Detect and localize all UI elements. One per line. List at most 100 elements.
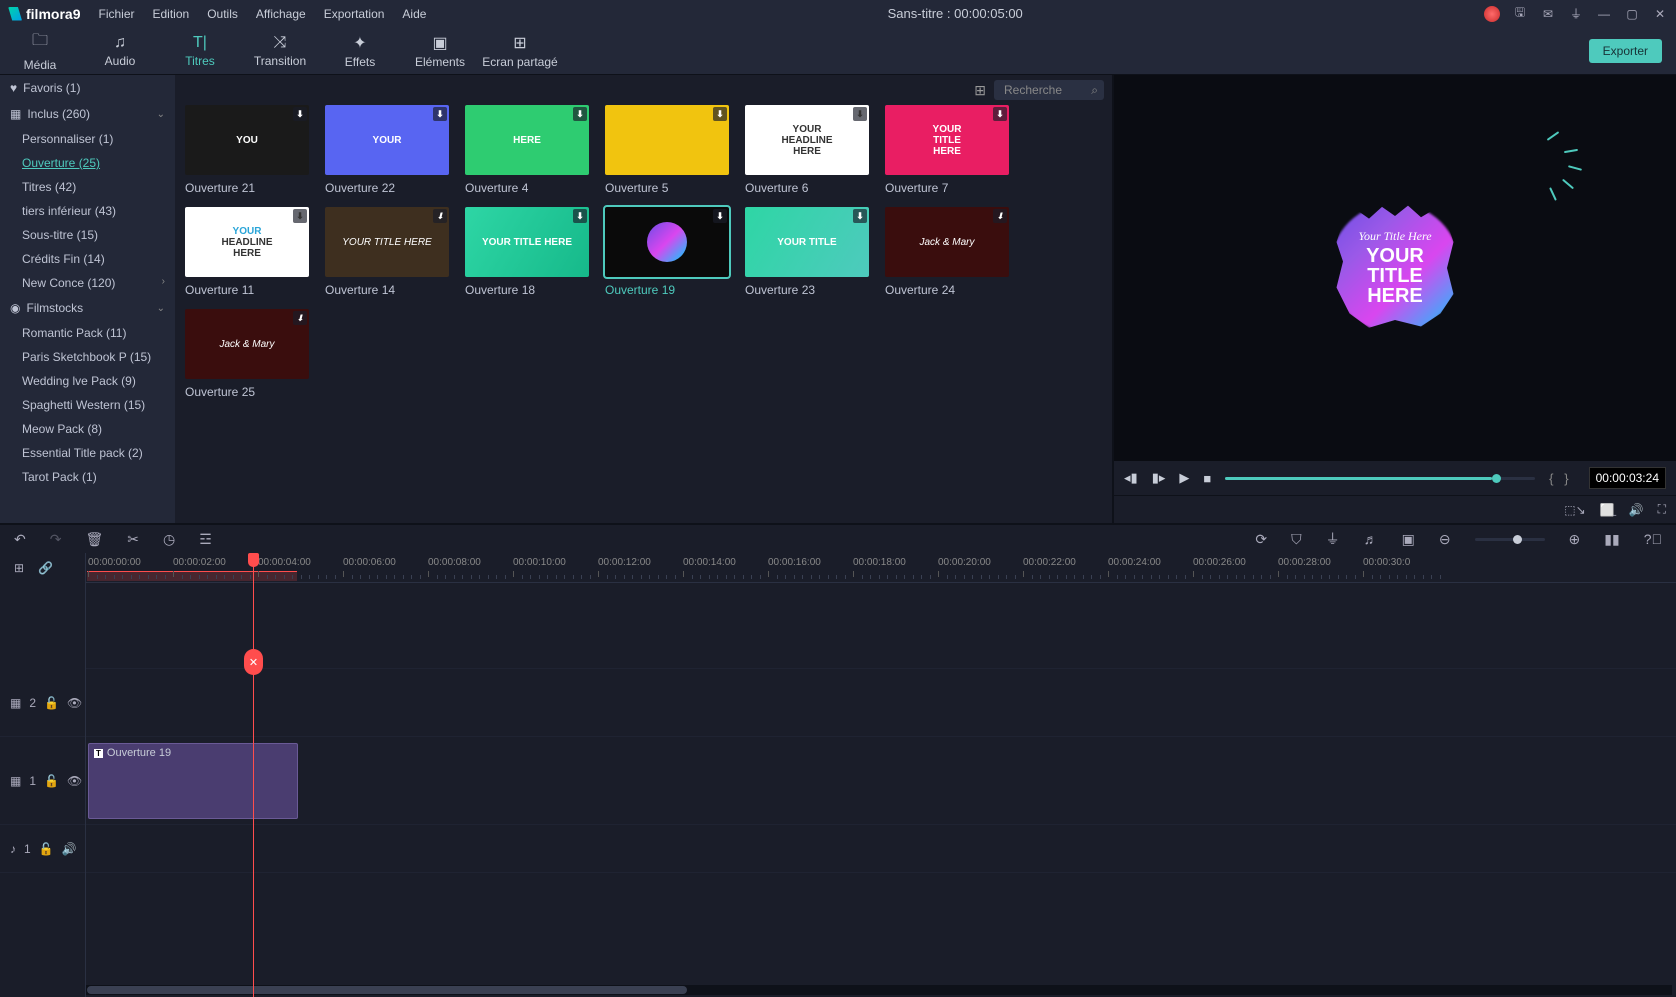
tab-titles[interactable]: T|Titres [160,34,240,68]
help-icon[interactable]: ?⃝ [1644,531,1662,547]
sidebar-fs-paris[interactable]: Paris Sketchbook P (15) [0,345,175,369]
download-icon[interactable]: ⬇ [433,209,447,223]
search-input[interactable]: Recherche ⌕ [994,80,1104,100]
download-icon[interactable]: ⬇ [713,209,727,223]
track-audio1[interactable] [86,825,1676,873]
track-header-audio1[interactable]: ♪ 1 🔓 🔊 [0,825,85,873]
render-button[interactable]: ⟳ [1255,531,1267,548]
menu-help[interactable]: Aide [402,7,426,21]
thumbnail-item[interactable]: Jack & Mary⬇Ouverture 25 [185,309,309,399]
sidebar-fs-wedding[interactable]: Wedding lve Pack (9) [0,369,175,393]
eye-icon[interactable]: 👁 [67,774,82,788]
delete-button[interactable]: 🗑 [85,531,103,548]
download-icon[interactable]: ⬇ [293,107,307,121]
zoom-in-button[interactable]: ⊕ [1569,531,1581,548]
mark-in-out-icon[interactable]: { } [1549,471,1569,486]
prev-frame-button[interactable]: ◂▮ [1124,470,1138,486]
mic-icon[interactable]: ⏚ [1568,5,1584,22]
snapshot-to-timeline-icon[interactable]: ⬚↘ [1564,503,1585,517]
thumbnail-item[interactable]: YOUR⬇Ouverture 22 [325,105,449,195]
timeline-scrollbar[interactable] [86,985,1672,995]
sidebar-item-titres[interactable]: Titres (42) [0,175,175,199]
sidebar-fs-meow[interactable]: Meow Pack (8) [0,417,175,441]
settings-button[interactable]: ☲ [199,531,212,548]
tab-elements[interactable]: ▣Eléments [400,33,480,69]
menu-file[interactable]: Fichier [98,7,134,21]
tab-audio[interactable]: ♫Audio [80,34,160,68]
sidebar-item-ouverture[interactable]: Ouverture (25) [0,151,175,175]
track-header-video2[interactable]: ▦ 2 🔓 👁 [0,669,85,737]
menu-tools[interactable]: Outils [207,7,238,21]
playhead-handle[interactable] [248,553,259,567]
volume-icon[interactable]: 🔊 [1629,503,1644,517]
download-icon[interactable]: ⬇ [853,107,867,121]
thumbnail-item[interactable]: YOUR TITLE HERE⬇Ouverture 7 [885,105,1009,195]
tab-transition[interactable]: ⤨Transition [240,34,320,68]
thumbnail-item[interactable]: YOU⬇Ouverture 21 [185,105,309,195]
preview-scrubber[interactable] [1225,477,1535,480]
timeline-tracks[interactable]: 00:00:00:0000:00:02:0000:00:04:0000:00:0… [86,553,1676,997]
maximize-icon[interactable]: ▢ [1624,7,1640,21]
sidebar-item-soustitre[interactable]: Sous-titre (15) [0,223,175,247]
thumbnail-item[interactable]: YOUR TITLE HERE⬇Ouverture 14 [325,207,449,297]
voiceover-mic-icon[interactable]: ⏚ [1326,529,1340,549]
lock-icon[interactable]: 🔓 [44,774,59,788]
save-icon[interactable]: 🖫 [1512,3,1528,24]
track-video1[interactable]: TOuverture 19 [86,737,1676,825]
track-header-video1[interactable]: ▦ 1 🔓 👁 [0,737,85,825]
minimize-icon[interactable]: — [1596,7,1612,21]
download-icon[interactable]: ⬇ [293,311,307,325]
sidebar-item-newconce[interactable]: New Conce (120)› [0,271,175,295]
fullscreen-icon[interactable]: ⛶ [1658,502,1666,517]
timeline-clip[interactable]: TOuverture 19 [88,743,298,819]
eye-icon[interactable]: 👁 [67,696,82,710]
cut-button[interactable]: ✂ [127,531,139,548]
grid-view-icon[interactable]: ⊞ [974,82,986,99]
sidebar-fs-spaghetti[interactable]: Spaghetti Western (15) [0,393,175,417]
track-video2[interactable] [86,669,1676,737]
camera-icon[interactable]: ⬜̱ [1600,503,1615,517]
download-icon[interactable]: ⬇ [993,209,1007,223]
crop-icon[interactable]: ▣ [1402,531,1415,548]
sidebar-favoris[interactable]: ♥Favoris (1) [0,75,175,101]
play-button[interactable]: ▶ [1179,470,1189,486]
thumbnail-item[interactable]: HERE⬇Ouverture 4 [465,105,589,195]
thumbnail-item[interactable]: YOUR HEADLINE HERE⬇Ouverture 6 [745,105,869,195]
sidebar-item-tiers[interactable]: tiers inférieur (43) [0,199,175,223]
tab-media[interactable]: 🗀Média [0,29,80,72]
sidebar-item-personnaliser[interactable]: Personnaliser (1) [0,127,175,151]
sidebar-fs-essential[interactable]: Essential Title pack (2) [0,441,175,465]
thumbnail-item[interactable]: YOURHEADLINEHERE⬇Ouverture 11 [185,207,309,297]
zoom-out-button[interactable]: ⊖ [1439,531,1451,548]
sidebar-fs-tarot[interactable]: Tarot Pack (1) [0,465,175,489]
thumbnail-item[interactable]: Jack & Mary⬇Ouverture 24 [885,207,1009,297]
playhead-cut-icon[interactable]: ✕ [244,649,263,675]
zoom-slider[interactable] [1475,538,1545,541]
download-icon[interactable]: ⬇ [573,107,587,121]
menu-export[interactable]: Exportation [324,7,385,21]
stop-button[interactable]: ■ [1203,471,1211,486]
download-icon[interactable]: ⬇ [293,209,307,223]
manage-tracks-icon[interactable]: ⊞ [14,561,24,575]
speed-button[interactable]: ◷ [163,531,175,548]
undo-button[interactable]: ↶ [14,531,26,548]
download-icon[interactable]: ⬇ [573,209,587,223]
next-frame-button[interactable]: ▮▸ [1152,470,1166,486]
sidebar-fs-romantic[interactable]: Romantic Pack (11) [0,321,175,345]
menu-view[interactable]: Affichage [256,7,306,21]
sidebar-inclus[interactable]: ▦Inclus (260)⌄ [0,101,175,127]
thumbnail-item[interactable]: ⬇Ouverture 5 [605,105,729,195]
audio-mixer-icon[interactable]: ♬ [1364,531,1378,547]
tab-effects[interactable]: ✦Effets [320,33,400,69]
download-icon[interactable]: ⬇ [853,209,867,223]
link-icon[interactable]: 🔗 [38,561,53,575]
lock-icon[interactable]: 🔓 [39,842,54,856]
thumbnail-item[interactable]: YOUR TITLE HERE⬇Ouverture 18 [465,207,589,297]
marker-shield-icon[interactable]: ⛉ [1291,531,1302,548]
menu-edit[interactable]: Edition [153,7,190,21]
thumbnail-item[interactable]: ⬇Ouverture 19 [605,207,729,297]
speaker-icon[interactable]: 🔊 [62,842,77,856]
sidebar-item-credits[interactable]: Crédits Fin (14) [0,247,175,271]
sidebar-filmstocks[interactable]: ◉Filmstocks⌄ [0,295,175,321]
download-icon[interactable]: ⬇ [993,107,1007,121]
